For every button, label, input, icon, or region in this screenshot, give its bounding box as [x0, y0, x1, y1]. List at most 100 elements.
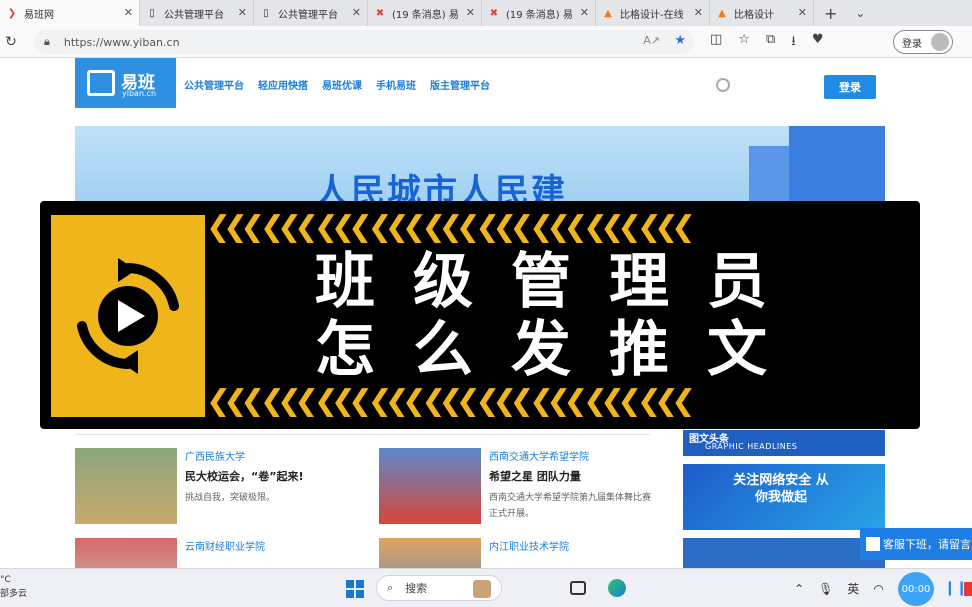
replay-play-icon[interactable] — [51, 215, 205, 417]
tab-bige-2[interactable]: ▲ 比格设计 ✕ — [710, 0, 814, 26]
tab-public-platform-1[interactable]: ▯ 公共管理平台 ✕ — [140, 0, 254, 26]
news-thumbnail[interactable] — [379, 538, 481, 568]
logo-sub: yiban.cn — [122, 89, 157, 98]
address-bar[interactable]: 🔒︎ https://www.yiban.cn A↗ ★ — [34, 30, 694, 54]
lock-icon[interactable]: 🔒︎ — [44, 35, 50, 49]
security-promo-card[interactable]: 关注网络安全 从你我做起 — [683, 464, 885, 530]
favorite-star-icon[interactable]: ★ — [674, 33, 686, 48]
close-icon[interactable]: ✕ — [580, 6, 589, 19]
extensions-icon[interactable]: ♥ — [812, 32, 824, 54]
news-title[interactable]: 民大校运会，“卷”起来! — [185, 468, 303, 484]
collections-icon[interactable]: ⧉ — [766, 32, 775, 54]
cover-title-line-1: 班级管理员 — [315, 247, 805, 317]
nav-moderator[interactable]: 版主管理平台 — [430, 77, 490, 92]
nav-public-platform[interactable]: 公共管理平台 — [184, 77, 244, 92]
customer-service-text: 客服下班，请留言 — [883, 538, 971, 551]
taskbar-search[interactable]: ⌕ 搜索 — [376, 575, 502, 601]
windows-taskbar: °C 部多云 ⌕ 搜索 ⌃ 🎙︎ 英 ◠ 00:00 ❙❙ — [0, 568, 972, 607]
weather-condition: 部多云 — [0, 589, 28, 599]
tab-csdn-2[interactable]: ✖ (19 条消息) 易 ✕ — [482, 0, 596, 26]
close-icon[interactable]: ✕ — [798, 6, 807, 19]
news-thumbnail[interactable] — [75, 448, 177, 524]
logo-mark-icon — [87, 70, 115, 96]
news-item[interactable]: 内江职业技术学院 — [379, 538, 659, 568]
banner-building — [749, 146, 789, 208]
news-item[interactable]: 西南交通大学希望学院 希望之星 团队力量 西南交通大学希望学院第九届集体舞比赛正… — [379, 448, 659, 528]
news-title[interactable]: 希望之星 团队力量 — [489, 468, 581, 484]
nav-youke[interactable]: 易班优课 — [322, 77, 362, 92]
news-org[interactable]: 内江职业技术学院 — [489, 538, 569, 553]
split-screen-icon[interactable]: ◫ — [710, 32, 722, 54]
tab-label: (19 条消息) 易 — [506, 9, 573, 21]
news-thumbnail[interactable] — [75, 538, 177, 568]
favorites-icon[interactable]: ☆ — [738, 32, 750, 54]
close-icon[interactable]: ✕ — [238, 6, 247, 19]
customer-service-popup[interactable]: 客服下班，请留言 — [860, 528, 972, 560]
refresh-icon[interactable]: ↻ — [0, 34, 22, 50]
promo-card[interactable] — [683, 538, 885, 568]
tab-public-platform-2[interactable]: ▯ 公共管理平台 ✕ — [254, 0, 368, 26]
bige-icon: ▲ — [604, 7, 612, 19]
read-aloud-icon[interactable]: A↗ — [643, 34, 660, 47]
page-icon: ▯ — [149, 7, 155, 19]
avatar — [931, 33, 949, 51]
weather-widget[interactable]: °C 部多云 — [0, 573, 27, 601]
news-desc: 挑战自我，突破极限。 — [185, 493, 276, 503]
close-icon[interactable]: ✕ — [124, 6, 133, 19]
csdn-icon: ✖ — [489, 7, 499, 19]
close-icon[interactable]: ✕ — [352, 6, 361, 19]
chevron-up-icon[interactable]: ⌃ — [794, 582, 804, 596]
windows-start-icon[interactable] — [346, 580, 364, 598]
tab-label: 比格设计-在线 — [620, 9, 684, 21]
news-item[interactable]: 广西民族大学 民大校运会，“卷”起来! 挑战自我，突破极限。 — [75, 448, 355, 528]
tab-yiban[interactable]: ❯ 易班网 ✕ — [0, 0, 140, 26]
tab-label: 公共管理平台 — [164, 9, 224, 21]
news-thumbnail[interactable] — [379, 448, 481, 524]
graphic-headlines-card[interactable]: 图文头条 GRAPHIC HEADLINES — [683, 430, 885, 456]
page-icon: ▯ — [263, 7, 269, 19]
divider — [75, 434, 650, 435]
hero-banner[interactable]: 人民城市人民建 — [75, 126, 885, 208]
microphone-icon[interactable]: 🎙︎ — [818, 582, 833, 596]
search-label: 搜索 — [405, 582, 428, 595]
input-method[interactable]: 英 — [847, 580, 859, 597]
main-nav: 公共管理平台 轻应用快搭 易班优课 手机易班 版主管理平台 — [184, 77, 490, 92]
search-highlight-image — [473, 580, 491, 598]
close-icon[interactable]: ✕ — [466, 6, 475, 19]
tab-label: 易班网 — [24, 9, 54, 21]
banner-building — [789, 126, 885, 208]
chevron-down-icon[interactable]: ⌄ — [855, 6, 865, 20]
news-item[interactable]: 云南财经职业学院 — [75, 538, 355, 568]
search-icon: ⌕ — [387, 581, 394, 594]
url-text[interactable]: https://www.yiban.cn — [64, 36, 180, 49]
news-desc: 西南交通大学希望学院第九届集体舞比赛正式开展。 — [489, 493, 652, 519]
site-logo[interactable]: 易班 yiban.cn — [75, 58, 176, 108]
download-icon[interactable]: ⭳ — [791, 32, 796, 54]
csdn-icon: ✖ — [375, 7, 385, 19]
search-icon[interactable] — [716, 78, 730, 92]
news-org[interactable]: 西南交通大学希望学院 — [489, 448, 589, 463]
play-cycle-icon — [77, 258, 179, 374]
profile-label: 登录 — [902, 38, 922, 50]
wifi-icon[interactable]: ◠ — [873, 582, 883, 596]
nav-light-app[interactable]: 轻应用快搭 — [258, 77, 308, 92]
tab-csdn-1[interactable]: ✖ (19 条消息) 易 ✕ — [368, 0, 482, 26]
recorder-timer[interactable]: 00:00 — [898, 572, 934, 606]
nav-mobile[interactable]: 手机易班 — [376, 77, 416, 92]
new-tab-button[interactable]: + — [824, 4, 837, 23]
stop-icon[interactable] — [964, 582, 972, 596]
system-tray: ⌃ 🎙︎ 英 ◠ — [794, 580, 884, 597]
task-view-icon[interactable] — [570, 581, 586, 595]
profile-button[interactable]: 登录 — [893, 30, 953, 54]
video-cover-overlay[interactable]: ❮❮❮ ❮❮❮ ❮❮❮ ❮❮❮ ❮❮❮ ❮❮❮ ❮❮❮ ❮❮❮ ❮❮❮ 班级管理… — [40, 201, 920, 429]
login-button[interactable]: 登录 — [824, 75, 876, 99]
close-icon[interactable]: ✕ — [694, 6, 703, 19]
tab-label: 比格设计 — [734, 9, 774, 21]
yiban-icon: ❯ — [7, 7, 17, 19]
news-org[interactable]: 广西民族大学 — [185, 448, 245, 463]
edge-browser-icon[interactable] — [608, 579, 626, 597]
headline-subtitle: GRAPHIC HEADLINES — [705, 442, 798, 451]
tab-label: (19 条消息) 易 — [392, 9, 459, 21]
tab-bige-1[interactable]: ▲ 比格设计-在线 ✕ — [596, 0, 710, 26]
news-org[interactable]: 云南财经职业学院 — [185, 538, 265, 553]
